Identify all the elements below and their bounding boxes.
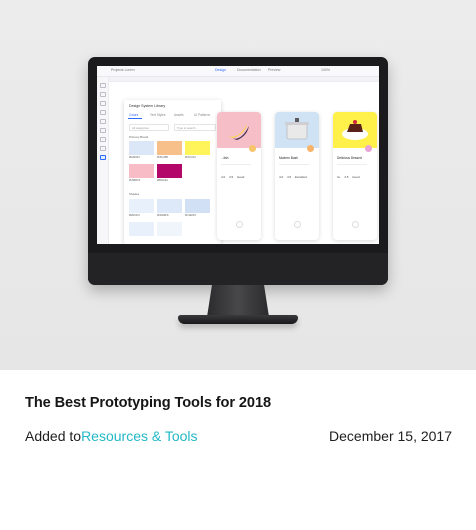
swatch-label-4: #F6BBC5 (129, 179, 141, 182)
card-badge-3 (365, 145, 372, 152)
category-select: All categories (129, 124, 169, 131)
monitor-stand-base (178, 315, 298, 324)
card-button-2 (294, 221, 301, 228)
shade-label-1: #E8F0FC (129, 214, 141, 217)
swatch-label-1: #E3E9F3 (129, 156, 140, 159)
card-image-dessert (333, 112, 377, 148)
tool-rail (97, 77, 109, 244)
card-image-pot (275, 112, 319, 148)
shade-label-3: #D1E0F5 (185, 214, 196, 217)
card-button-1 (236, 221, 243, 228)
card-stats-1: 4.0 4.5 Good (221, 175, 245, 179)
card-image-banana (217, 112, 261, 148)
panel-tab-assets: Assets (174, 113, 184, 117)
article-card[interactable]: Projects Lorem Design Documentation Prev… (0, 0, 476, 530)
library-icon (100, 155, 106, 160)
pen-icon (100, 101, 106, 106)
project-breadcrumb: Projects Lorem (111, 68, 135, 72)
mockup-card-3: Delicious Dessert 3+ 4.5 Good (333, 112, 377, 240)
monitor-chin (88, 253, 388, 285)
card-badge-2 (307, 145, 314, 152)
card-stats-2: 4.0 4.5 Excellent (279, 175, 308, 179)
card-line (279, 164, 309, 165)
shade-label-2: #DDE8F8 (157, 214, 169, 217)
swatch-label-5: #B50A6A (157, 179, 168, 182)
link-icon (100, 137, 106, 142)
panel-tab-ui-patterns: UI Patterns (194, 113, 210, 117)
app-topbar: Projects Lorem Design Documentation Prev… (97, 66, 379, 77)
tab-design: Design (215, 68, 226, 72)
section-primary-brand: Primary Brand (129, 135, 149, 139)
layers-icon (100, 146, 106, 151)
article-title[interactable]: The Best Prototyping Tools for 2018 (25, 395, 271, 411)
mockup-card-2: Modern Bush 4.0 4.5 Excellent (275, 112, 319, 240)
card-title-2: Modern Bush (279, 156, 298, 160)
swatch-4 (129, 164, 154, 178)
zoom-level: 100% (321, 68, 330, 72)
text-icon (100, 110, 106, 115)
swatch-label-2: #F8C28B (157, 156, 168, 159)
design-system-panel: Design System Library Colors Text Styles… (124, 100, 221, 244)
panel-title: Design System Library (129, 104, 166, 108)
shade-3 (185, 199, 210, 213)
panel-search: Type to search... (174, 124, 216, 131)
card-title-1: ...lish (221, 156, 229, 160)
tab-documentation: Documentation (237, 68, 261, 72)
swatch-5 (157, 164, 182, 178)
cursor-icon (100, 83, 106, 88)
shade-1 (129, 199, 154, 213)
swatch-label-3: #FFF24A (185, 156, 196, 159)
swatch-2 (157, 141, 182, 155)
category-link[interactable]: Resources & Tools (81, 428, 197, 444)
shade-5 (157, 222, 182, 236)
hero-image[interactable]: Projects Lorem Design Documentation Prev… (0, 0, 476, 370)
shade-2 (157, 199, 182, 213)
shade-4 (129, 222, 154, 236)
frame-icon (100, 92, 106, 97)
panel-tab-text-styles: Text Styles (150, 113, 166, 117)
swatch-1 (129, 141, 154, 155)
publish-date: December 15, 2017 (329, 428, 452, 444)
active-tab-indicator (128, 118, 142, 119)
monitor: Projects Lorem Design Documentation Prev… (88, 57, 388, 285)
added-to-label: Added to (25, 428, 82, 444)
canvas-ruler (109, 77, 379, 82)
mockup-card-1: ...lish 4.0 4.5 Good (217, 112, 261, 240)
panel-tab-colors: Colors (129, 113, 139, 117)
monitor-stand-neck (207, 285, 269, 317)
card-line (221, 164, 251, 165)
card-title-3: Delicious Dessert (337, 156, 362, 160)
swatch-3 (185, 141, 210, 155)
added-to-line: Added toResources & Tools (25, 428, 198, 444)
section-shades: Shades (129, 192, 140, 196)
card-badge-1 (249, 145, 256, 152)
image-icon (100, 119, 106, 124)
component-icon (100, 128, 106, 133)
tab-preview: Preview (268, 68, 281, 72)
card-button-3 (352, 221, 359, 228)
card-line (337, 164, 367, 165)
monitor-screen: Projects Lorem Design Documentation Prev… (97, 66, 379, 244)
card-stats-3: 3+ 4.5 Good (337, 175, 360, 179)
